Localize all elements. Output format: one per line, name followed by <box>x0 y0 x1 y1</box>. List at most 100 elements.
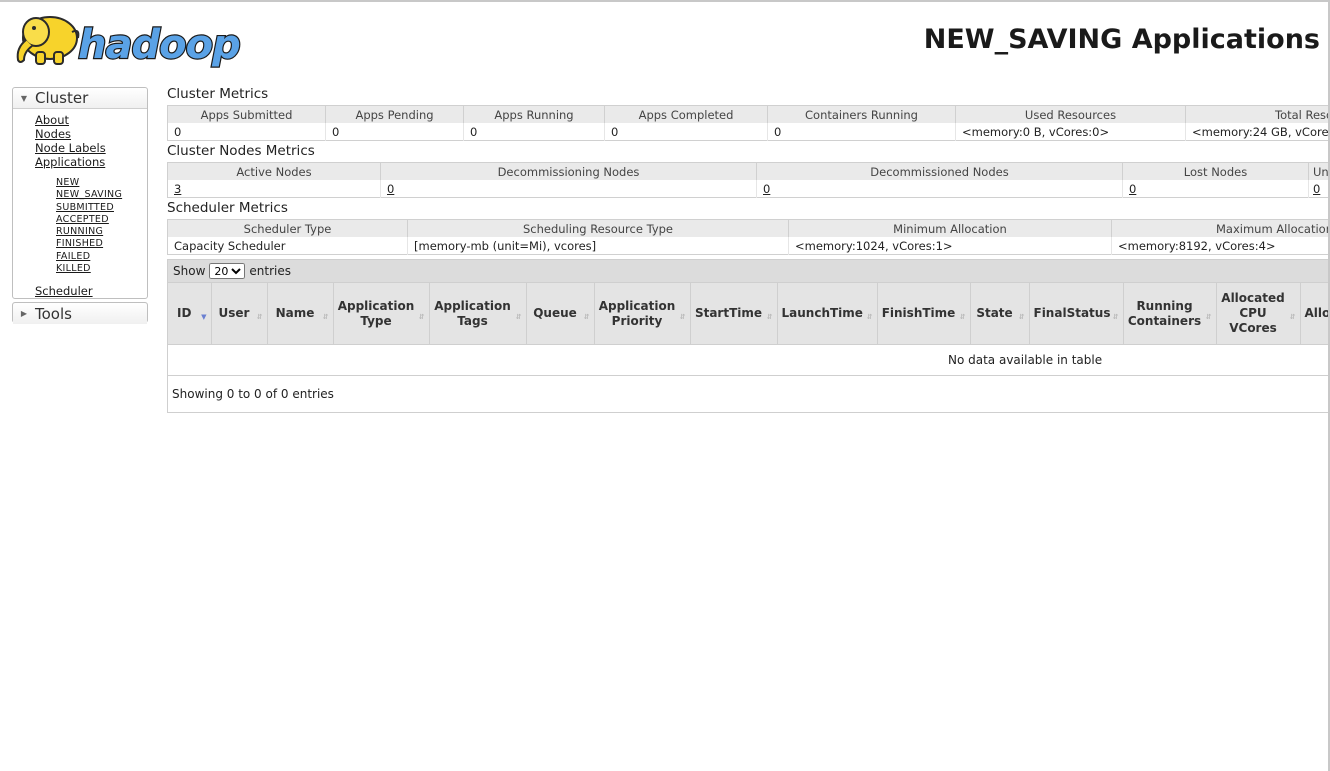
column-header-name[interactable]: Name ⇵ <box>267 282 334 345</box>
table-cell: <memory:24 GB, vCores:6> <box>1185 123 1328 141</box>
sort-icon: ⇵ <box>322 313 329 321</box>
column-header-id[interactable]: ID ▼ <box>168 282 212 345</box>
cluster-metrics-table: Apps Submitted Apps Pending Apps Running… <box>167 105 1328 141</box>
nodes-metrics-title: Cluster Nodes Metrics <box>167 143 315 159</box>
sidebar-state-failed[interactable]: FAILED <box>56 251 147 263</box>
decommissioned-nodes-link[interactable]: 0 <box>763 182 770 196</box>
main-content: Cluster Metrics Apps Submitted Apps Pend… <box>167 84 1328 413</box>
column-header: Containers Running <box>767 105 956 123</box>
sidebar-tools-header[interactable]: ▶ Tools <box>13 303 147 324</box>
sidebar-cluster-label: Cluster <box>35 89 89 107</box>
column-header: Apps Running <box>463 105 605 123</box>
sort-icon: ⇵ <box>515 313 522 321</box>
sidebar-state-killed[interactable]: KILLED <box>56 263 147 275</box>
column-header-finishtime[interactable]: FinishTime ⇵ <box>877 282 971 345</box>
column-header-running-containers[interactable]: Running Containers ⇵ <box>1123 282 1217 345</box>
column-label: Allocated CPU VCores <box>1221 291 1285 335</box>
sidebar-link-about[interactable]: About <box>35 113 147 127</box>
table-cell: 0 <box>463 123 605 141</box>
table-cell: Capacity Scheduler <box>167 237 408 255</box>
column-header-application-type[interactable]: Application Type ⇵ <box>333 282 430 345</box>
page: hadoop NEW_SAVING Applications ▼ Cluster… <box>0 0 1330 771</box>
table-cell: <memory:0 B, vCores:0> <box>955 123 1186 141</box>
nodes-metrics-table: Active Nodes Decommissioning Nodes Decom… <box>167 162 1328 198</box>
column-header: Lost Nodes <box>1122 162 1309 180</box>
table-header-row: ID ▼ User ⇵ Name ⇵ Application Type ⇵ Applic… <box>168 282 1329 345</box>
table-cell: 0 <box>604 123 768 141</box>
column-header: Apps Completed <box>604 105 768 123</box>
active-nodes-link[interactable]: 3 <box>174 182 181 196</box>
column-header: Active Nodes <box>167 162 381 180</box>
show-label: Show <box>173 264 206 278</box>
table-row: Capacity Scheduler [memory-mb (unit=Mi),… <box>167 237 1328 255</box>
sidebar-link-node-labels[interactable]: Node Labels <box>35 141 147 155</box>
applications-table-wrapper: Show 20 entries ID ▼ User ⇵ Name ⇵ Applicat… <box>167 259 1328 413</box>
table-cell: [memory-mb (unit=Mi), vcores] <box>407 237 789 255</box>
column-header-allocated-memory[interactable]: Allocated Memory MB <box>1300 282 1329 345</box>
table-cell: 0 <box>756 180 1123 198</box>
sidebar-state-new[interactable]: NEW <box>56 177 147 189</box>
table-cell: 0 <box>325 123 464 141</box>
sidebar-state-running[interactable]: RUNNING <box>56 226 147 238</box>
column-label: FinishTime <box>881 306 956 320</box>
column-header-launchtime[interactable]: LaunchTime ⇵ <box>777 282 878 345</box>
lost-nodes-link[interactable]: 0 <box>1129 182 1136 196</box>
table-cell: <memory:1024, vCores:1> <box>788 237 1112 255</box>
column-label: Queue <box>533 306 577 320</box>
column-label: LaunchTime <box>781 306 863 320</box>
table-cell: 0 <box>767 123 956 141</box>
table-cell: 0 <box>380 180 757 198</box>
logo-text: hadoop <box>78 22 240 68</box>
column-label: Allocated Memory MB <box>1304 306 1329 320</box>
triangle-right-icon: ▶ <box>20 309 28 318</box>
sidebar-state-finished[interactable]: FINISHED <box>56 238 147 250</box>
column-header-application-priority[interactable]: Application Priority ⇵ <box>594 282 691 345</box>
page-size-select[interactable]: 20 <box>209 263 246 279</box>
column-header-state[interactable]: State ⇵ <box>970 282 1030 345</box>
column-header-starttime[interactable]: StartTime ⇵ <box>690 282 778 345</box>
sidebar-app-states: NEW NEW_SAVING SUBMITTED ACCEPTED RUNNIN… <box>35 169 147 275</box>
column-label: Application Priority <box>598 298 676 328</box>
column-header: Decommissioned Nodes <box>756 162 1123 180</box>
table-cell: 0 <box>1122 180 1309 198</box>
hadoop-elephant-icon: hadoop <box>16 16 242 69</box>
sidebar-link-nodes[interactable]: Nodes <box>35 127 147 141</box>
column-header: Apps Submitted <box>167 105 326 123</box>
scheduler-metrics-table: Scheduler Type Scheduling Resource Type … <box>167 219 1328 255</box>
empty-table-message: No data available in table <box>168 344 1328 376</box>
sort-desc-icon: ▼ <box>201 313 207 321</box>
column-header: Unhealthy Nodes <box>1308 162 1328 180</box>
table-header-row: Apps Submitted Apps Pending Apps Running… <box>167 105 1328 123</box>
column-header: Apps Pending <box>325 105 464 123</box>
decommissioning-nodes-link[interactable]: 0 <box>387 182 394 196</box>
column-header-application-tags[interactable]: Application Tags ⇵ <box>429 282 527 345</box>
sidebar-cluster-header[interactable]: ▼ Cluster <box>13 88 147 109</box>
column-label: User <box>218 306 250 320</box>
sort-icon: ⇵ <box>1018 313 1025 321</box>
hadoop-logo[interactable]: hadoop <box>12 8 254 72</box>
sidebar-state-submitted[interactable]: SUBMITTED <box>56 202 147 214</box>
sort-icon: ⇵ <box>1205 313 1212 321</box>
column-header-user[interactable]: User ⇵ <box>211 282 268 345</box>
table-row: No data available in table <box>168 344 1328 376</box>
column-header-queue[interactable]: Queue ⇵ <box>526 282 595 345</box>
applications-table: ID ▼ User ⇵ Name ⇵ Application Type ⇵ Applic… <box>168 282 1328 376</box>
scheduler-metrics-title: Scheduler Metrics <box>167 200 288 216</box>
column-label: Application Type <box>337 298 415 328</box>
sidebar-link-scheduler[interactable]: Scheduler <box>35 284 147 298</box>
column-header: Maximum Allocation <box>1111 219 1328 237</box>
table-cell: 0 <box>167 123 326 141</box>
column-header-allocated-cpu-vcores[interactable]: Allocated CPU VCores ⇵ <box>1216 282 1301 345</box>
column-label: Application Tags <box>434 298 511 328</box>
sidebar-link-applications[interactable]: Applications <box>35 155 147 169</box>
unhealthy-nodes-link[interactable]: 0 <box>1313 182 1320 196</box>
column-header: Scheduler Type <box>167 219 408 237</box>
sidebar-state-new-saving[interactable]: NEW_SAVING <box>56 189 147 201</box>
column-header-finalstatus[interactable]: FinalStatus ⇵ <box>1029 282 1124 345</box>
sidebar-state-accepted[interactable]: ACCEPTED <box>56 214 147 226</box>
sort-icon: ⇵ <box>256 313 263 321</box>
entries-toolbar: Show 20 entries <box>168 260 1328 282</box>
column-label: Running Containers <box>1127 298 1202 328</box>
triangle-down-icon: ▼ <box>20 93 28 103</box>
cluster-metrics-title: Cluster Metrics <box>167 86 269 102</box>
